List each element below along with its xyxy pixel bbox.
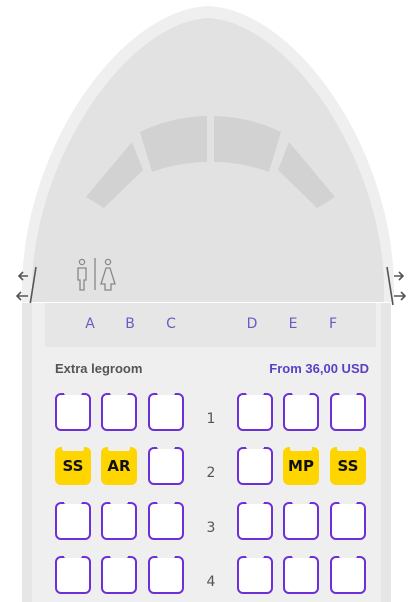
seat-2b[interactable]: AR [101,447,137,485]
seat-1e[interactable] [283,390,319,431]
fuselage-inner [32,18,384,302]
seat-3a[interactable] [55,499,91,540]
cabin-wall-left [22,303,32,602]
seat-4d[interactable] [237,553,273,594]
seat-3f[interactable] [330,499,366,540]
column-letter-e: E [288,316,298,332]
column-letter-d: D [246,316,258,332]
seat-4b[interactable] [101,553,137,594]
section-title: Extra legroom [55,361,143,376]
cabin-wall-right [381,303,391,602]
seat-2d[interactable] [237,444,273,485]
seat-4e[interactable] [283,553,319,594]
seat-4a[interactable] [55,553,91,594]
row-number: 1 [206,411,216,427]
column-letter-a: A [85,316,95,332]
seat-4f[interactable] [330,553,366,594]
seat-2f[interactable]: SS [330,447,366,485]
column-letter-c: C [166,316,176,332]
column-letter-b: B [125,316,135,332]
seat-3d[interactable] [237,499,273,540]
seat-1a[interactable] [55,390,91,431]
row-number: 3 [206,520,216,536]
column-letter-f: F [328,316,338,332]
seat-1f[interactable] [330,390,366,431]
seat-1d[interactable] [237,390,273,431]
seat-1b[interactable] [101,390,137,431]
seat-4c[interactable] [148,553,184,594]
section-price: From 36,00 USD [269,361,369,376]
seat-3e[interactable] [283,499,319,540]
seat-3c[interactable] [148,499,184,540]
seat-2e[interactable]: MP [283,447,319,485]
row-number: 4 [206,574,216,590]
seat-3b[interactable] [101,499,137,540]
seat-1c[interactable] [148,390,184,431]
seat-2c[interactable] [148,444,184,485]
seat-2a[interactable]: SS [55,447,91,485]
row-number: 2 [206,465,216,481]
